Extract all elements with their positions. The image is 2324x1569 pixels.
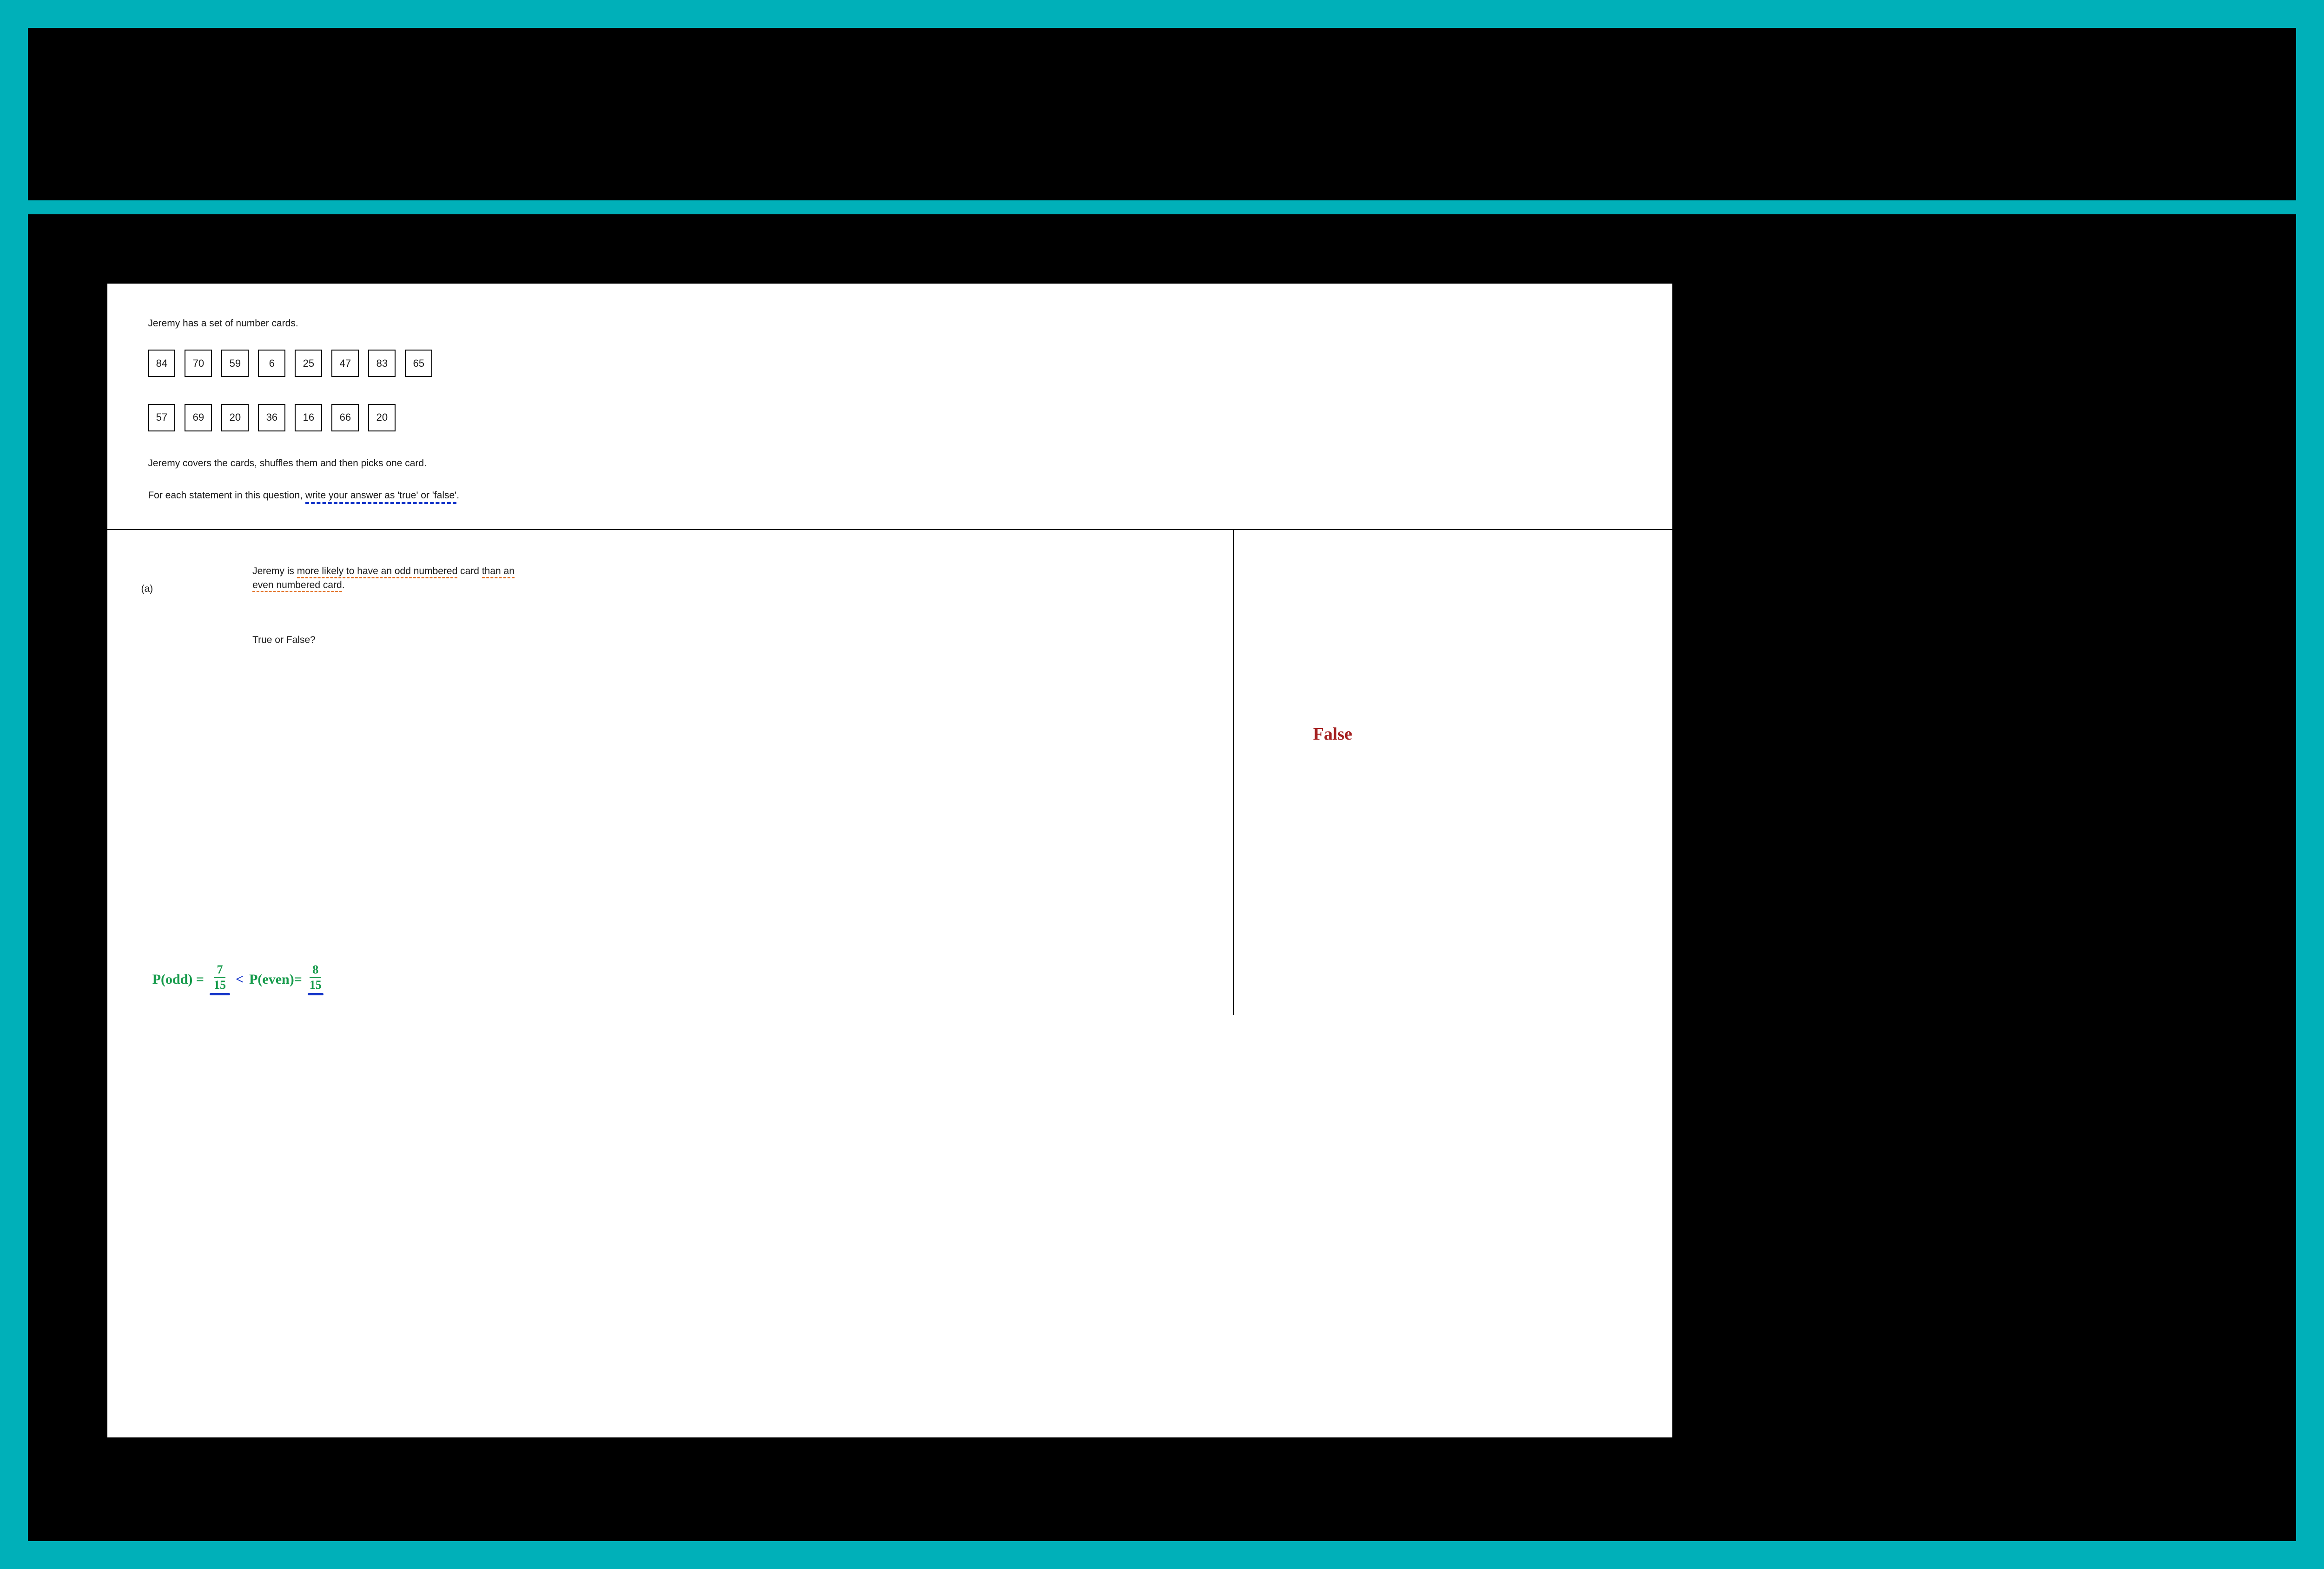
instruction-underlined: write your answer as 'true' or 'false' — [305, 490, 456, 504]
card-row-2: 57 69 20 36 16 66 20 — [148, 404, 1631, 431]
number-card: 47 — [331, 350, 359, 377]
p-even-fraction: 8 15 — [310, 964, 322, 991]
part-a-question: (a) Jeremy is more likely to have an odd… — [107, 530, 1234, 1015]
number-card: 36 — [258, 404, 285, 431]
content-blackout: Jeremy has a set of number cards. 84 70 … — [28, 214, 2296, 1541]
number-card: 84 — [148, 350, 175, 377]
p-even-numerator: 8 — [310, 964, 321, 978]
intro-text: Jeremy has a set of number cards. — [148, 318, 1631, 329]
stmt-seg: Jeremy is — [252, 566, 297, 576]
number-card: 25 — [295, 350, 322, 377]
p-even-label: P(even)= — [249, 972, 302, 987]
stmt-seg: card — [457, 566, 482, 576]
card-row-1: 84 70 59 6 25 47 83 65 — [148, 350, 1631, 377]
number-card: 70 — [185, 350, 212, 377]
number-card: 83 — [368, 350, 396, 377]
stmt-underlined: than an — [482, 566, 515, 578]
number-card: 16 — [295, 404, 322, 431]
number-card: 65 — [405, 350, 432, 377]
question-stem: Jeremy has a set of number cards. 84 70 … — [107, 284, 1672, 529]
instruction-suffix: . — [456, 490, 459, 501]
statement-text: Jeremy is more likely to have an odd num… — [252, 564, 1193, 593]
comparator: < — [236, 972, 244, 987]
part-label: (a) — [141, 583, 153, 595]
part-a-row: (a) Jeremy is more likely to have an odd… — [107, 529, 1672, 1015]
underline-mark — [308, 993, 324, 995]
p-odd-numerator: 7 — [214, 964, 225, 978]
answer-column: False — [1234, 530, 1672, 1015]
number-card: 66 — [331, 404, 359, 431]
p-odd-label: P(odd) = — [152, 972, 204, 987]
p-odd-fraction: 7 15 — [214, 964, 226, 991]
underline-mark — [210, 993, 230, 995]
number-card: 20 — [221, 404, 249, 431]
p-even-denominator: 15 — [310, 978, 322, 991]
instruction-prefix: For each statement in this question, — [148, 490, 305, 501]
worksheet-page: Jeremy has a set of number cards. 84 70 … — [107, 284, 1672, 1438]
true-false-prompt: True or False? — [252, 635, 1193, 646]
p-odd-denominator: 15 — [214, 978, 226, 991]
handwritten-working: P(odd) = 7 15 < P(even)= 8 — [152, 964, 324, 995]
stmt-underlined: even numbered card — [252, 580, 342, 592]
number-card: 6 — [258, 350, 285, 377]
slide-frame: Jeremy has a set of number cards. 84 70 … — [0, 0, 2324, 1569]
title-bar-blackout — [28, 28, 2296, 200]
number-card: 20 — [368, 404, 396, 431]
stmt-underlined: more likely to have an odd numbered — [297, 566, 458, 578]
number-card: 69 — [185, 404, 212, 431]
shuffle-line: Jeremy covers the cards, shuffles them a… — [148, 458, 1631, 469]
number-card: 57 — [148, 404, 175, 431]
instruction-line: For each statement in this question, wri… — [148, 490, 459, 504]
handwritten-answer: False — [1313, 724, 1352, 744]
number-card: 59 — [221, 350, 249, 377]
stmt-seg: . — [342, 580, 345, 590]
